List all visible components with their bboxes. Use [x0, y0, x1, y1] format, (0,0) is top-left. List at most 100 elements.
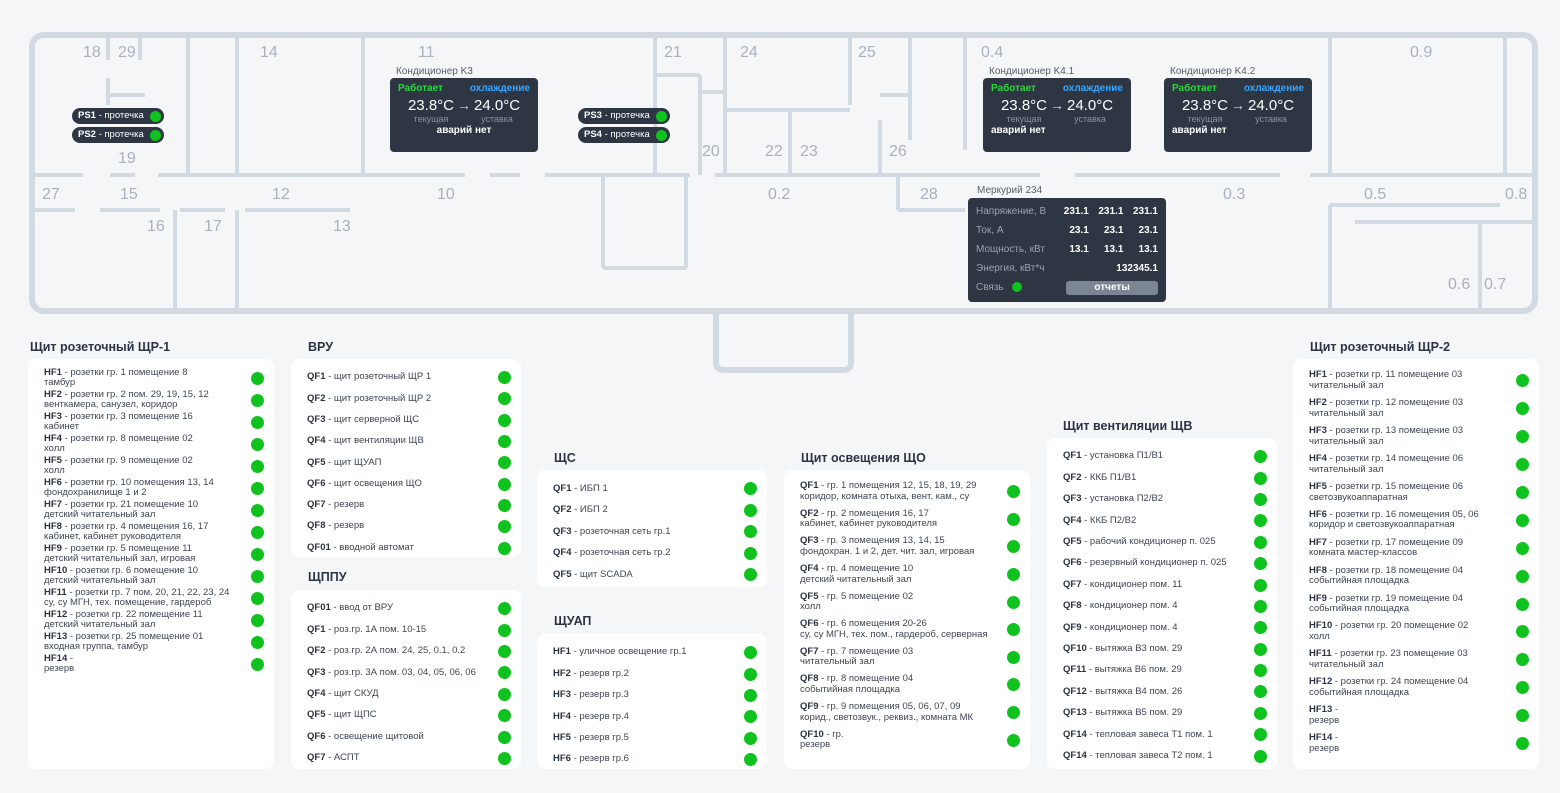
breaker-row-hf9[interactable]: HF9 - розетки гр. 5 помещение 11 детский …	[44, 543, 264, 565]
breaker-row-qf13[interactable]: QF13 - вытяжка В5 пом. 29	[1063, 703, 1267, 724]
breaker-row-qf1[interactable]: QF1 - ИБП 1	[553, 478, 757, 500]
breaker-row-qf3[interactable]: QF3 - розеточная сеть гр.1	[553, 521, 757, 543]
breaker-row-qf4[interactable]: QF4 - ККБ П2/В2	[1063, 510, 1267, 531]
breaker-row-qf11[interactable]: QF11 - вытяжка В6 пом. 29	[1063, 660, 1267, 681]
breaker-row-hf5[interactable]: HF5 - розетки гр. 9 помещение 02 холл	[44, 455, 264, 477]
leak-sensor-ps4[interactable]: PS4 - протечка	[578, 127, 670, 143]
breaker-row-qf2[interactable]: QF2 - роз.гр. 2А пом. 24, 25, 0.1, 0.2	[307, 641, 511, 662]
breaker-description: - резерв гр.5	[570, 732, 629, 743]
breaker-row-hf5[interactable]: HF5 - розетки гр. 15 помещение 06 светозв…	[1309, 479, 1529, 507]
breaker-row-hf3[interactable]: HF3 - резерв гр.3	[553, 685, 757, 706]
breaker-row-qf7[interactable]: QF7 - гр. 7 помещение 03 читательный зал	[800, 644, 1020, 672]
breaker-row-qf3[interactable]: QF3 - установка П2/В2	[1063, 489, 1267, 510]
breaker-row-qf9[interactable]: QF9 - гр. 9 помещения 05, 06, 07, 09 кори…	[800, 699, 1020, 727]
breaker-row-hf10[interactable]: HF10 - розетки гр. 20 помещение 02 холл	[1309, 618, 1529, 646]
breaker-row-hf11[interactable]: HF11 - розетки гр. 7 пом. 20, 21, 22, 23…	[44, 587, 264, 609]
breaker-description: - розетки гр. 8 помещение 02	[61, 432, 193, 444]
breaker-row-hf7[interactable]: HF7 - розетки гр. 17 помещение 09 комната…	[1309, 534, 1529, 562]
breaker-row-qf4[interactable]: QF4 - щит вентиляции ЩВ	[307, 431, 511, 452]
breaker-row-hf9[interactable]: HF9 - розетки гр. 19 помещение 04 событий…	[1309, 590, 1529, 618]
breaker-row-qf4[interactable]: QF4 - щит СКУД	[307, 684, 511, 705]
status-dot	[251, 591, 264, 605]
breaker-row-qf3[interactable]: QF3 - гр. 3 помещения 13, 14, 15 фондохра…	[800, 533, 1020, 561]
breaker-row-qf2[interactable]: QF2 - ИБП 2	[553, 500, 757, 522]
breaker-row-qf01[interactable]: QF01 - ввод от ВРУ	[307, 598, 511, 619]
leak-sensor-ps2[interactable]: PS2 - протечка	[72, 127, 164, 143]
breaker-label: HF4 - розетки гр. 8 помещение 02 холл	[44, 432, 193, 455]
breaker-row-hf11[interactable]: HF11 - розетки гр. 23 помещение 03 читате…	[1309, 646, 1529, 674]
breaker-row-qf14[interactable]: QF14 - тепловая завеса Т2 пом. 1	[1063, 745, 1267, 766]
power-meter-widget[interactable]: Напряжение, В 231.1 231.1 231.1 Ток, А 2…	[968, 198, 1166, 302]
breaker-row-hf13[interactable]: HF13 - резерв	[1309, 702, 1529, 730]
breaker-row-qf8[interactable]: QF8 - резерв	[307, 516, 511, 537]
breaker-row-hf10[interactable]: HF10 - розетки гр. 6 помещение 10 детский…	[44, 565, 264, 587]
breaker-row-hf6[interactable]: HF6 - розетки гр. 10 помещения 13, 14 фон…	[44, 477, 264, 499]
breaker-row-hf8[interactable]: HF8 - розетки гр. 4 помещения 16, 17 каби…	[44, 521, 264, 543]
breaker-row-hf1[interactable]: HF1 - розетки гр. 1 помещение 8 тамбур	[44, 367, 264, 389]
breaker-row-qf6[interactable]: QF6 - щит освещения ЩО	[307, 473, 511, 494]
breaker-row-hf4[interactable]: HF4 - розетки гр. 14 помещение 06 читател…	[1309, 451, 1529, 479]
breaker-row-hf4[interactable]: HF4 - резерв гр.4	[553, 706, 757, 727]
breaker-row-qf7[interactable]: QF7 - резерв	[307, 495, 511, 516]
breaker-row-qf6[interactable]: QF6 - резервный кондиционер п. 025	[1063, 553, 1267, 574]
breaker-code: QF4	[800, 563, 819, 575]
leak-sensor-ps1[interactable]: PS1 - протечка	[72, 108, 164, 124]
breaker-row-qf2[interactable]: QF2 - щит розеточный ЩР 2	[307, 388, 511, 409]
breaker-row-qf6[interactable]: QF6 - освещение щитовой	[307, 726, 511, 747]
breaker-row-qf6[interactable]: QF6 - гр. 6 помещения 20-26 су, су МГН, т…	[800, 616, 1020, 644]
breaker-row-qf5[interactable]: QF5 - щит ЩУАП	[307, 452, 511, 473]
breaker-row-hf13[interactable]: HF13 - розетки гр. 25 помещение 01 входна…	[44, 631, 264, 653]
breaker-row-hf6[interactable]: HF6 - розетки гр. 16 помещения 05, 06 кор…	[1309, 506, 1529, 534]
breaker-row-qf4[interactable]: QF4 - гр. 4 помещение 10 детский читатель…	[800, 561, 1020, 589]
breaker-row-hf4[interactable]: HF4 - розетки гр. 8 помещение 02 холл	[44, 433, 264, 455]
breaker-row-qf12[interactable]: QF12 - вытяжка В4 пом. 26	[1063, 681, 1267, 702]
breaker-row-hf2[interactable]: HF2 - розетки гр. 12 помещение 03 читател…	[1309, 395, 1529, 423]
ac-k3-title: Кондиционер K3	[396, 66, 473, 77]
breaker-row-qf1[interactable]: QF1 - роз.гр. 1А пом. 10-15	[307, 619, 511, 640]
breaker-row-hf7[interactable]: HF7 - розетки гр. 21 помещение 10 детский…	[44, 499, 264, 521]
breaker-row-qf3[interactable]: QF3 - щит серверной ЩС	[307, 410, 511, 431]
breaker-row-qf5[interactable]: QF5 - щит ЩПС	[307, 705, 511, 726]
breaker-row-hf12[interactable]: HF12 - розетки гр. 22 помещение 11 детски…	[44, 609, 264, 631]
breaker-row-qf4[interactable]: QF4 - розеточная сеть гр.2	[553, 543, 757, 565]
breaker-row-qf3[interactable]: QF3 - роз.гр. 3А пом. 03, 04, 05, 06, 06	[307, 662, 511, 683]
reports-button[interactable]: отчеты	[1066, 280, 1158, 295]
breaker-row-hf12[interactable]: HF12 - розетки гр. 24 помещение 04 событи…	[1309, 674, 1529, 702]
breaker-row-qf7[interactable]: QF7 - кондиционер пом. 11	[1063, 574, 1267, 595]
breaker-row-qf1[interactable]: QF1 - щит розеточный ЩР 1	[307, 367, 511, 388]
breaker-row-hf2[interactable]: HF2 - резерв гр.2	[553, 663, 757, 684]
breaker-row-qf9[interactable]: QF9 - кондиционер пом. 4	[1063, 617, 1267, 638]
breaker-row-qf01[interactable]: QF01 - вводной автомат	[307, 537, 511, 558]
breaker-row-hf5[interactable]: HF5 - резерв гр.5	[553, 728, 757, 749]
breaker-row-hf6[interactable]: HF6 - резерв гр.6	[553, 749, 757, 770]
breaker-row-hf2[interactable]: HF2 - розетки гр. 2 пом. 29, 19, 15, 12 в…	[44, 389, 264, 411]
breaker-row-qf10[interactable]: QF10 - гр. резерв	[800, 726, 1020, 754]
breaker-row-qf1[interactable]: QF1 - гр. 1 помещения 12, 15, 18, 19, 29…	[800, 478, 1020, 506]
breaker-row-hf1[interactable]: HF1 - уличное освещение гр.1	[553, 642, 757, 663]
breaker-location: комната мастер-классов	[1309, 547, 1418, 559]
breaker-description: - резерв	[325, 499, 365, 511]
ac-k3-widget[interactable]: Работает охлаждение 23.8°C текущая → 24.0°…	[390, 78, 538, 152]
breaker-row-qf8[interactable]: QF8 - кондиционер пом. 4	[1063, 596, 1267, 617]
breaker-row-hf14[interactable]: HF14 - резерв	[1309, 730, 1529, 758]
breaker-code: HF14	[44, 652, 68, 664]
leak-sensor-ps3[interactable]: PS3 - протечка	[578, 108, 670, 124]
breaker-row-qf8[interactable]: QF8 - гр. 8 помещение 04 событийная площа…	[800, 671, 1020, 699]
breaker-row-qf1[interactable]: QF1 - установка П1/В1	[1063, 446, 1267, 467]
breaker-row-hf3[interactable]: HF3 - розетки гр. 3 помещение 16 кабинет	[44, 411, 264, 433]
breaker-row-hf8[interactable]: HF8 - розетки гр. 18 помещение 04 событий…	[1309, 562, 1529, 590]
breaker-row-qf5[interactable]: QF5 - рабочий кондиционер п. 025	[1063, 532, 1267, 553]
breaker-row-qf7[interactable]: QF7 - АСПТ	[307, 748, 511, 769]
ac-k42-widget[interactable]: Работает охлаждение 23.8°C текущая → 24.0°…	[1164, 78, 1312, 152]
breaker-row-hf14[interactable]: HF14 - резерв	[44, 653, 264, 675]
ac-k41-widget[interactable]: Работает охлаждение 23.8°C текущая → 24.0°…	[983, 78, 1131, 152]
breaker-row-qf5[interactable]: QF5 - щит SCADA	[553, 564, 757, 586]
breaker-row-qf5[interactable]: QF5 - гр. 5 помещение 02 холл	[800, 588, 1020, 616]
breaker-row-hf1[interactable]: HF1 - розетки гр. 11 помещение 03 читател…	[1309, 367, 1529, 395]
breaker-row-qf14[interactable]: QF14 - тепловая завеса Т1 пом. 1	[1063, 724, 1267, 745]
breaker-row-qf2[interactable]: QF2 - ККБ П1/В1	[1063, 467, 1267, 488]
breaker-row-qf10[interactable]: QF10 - вытяжка В3 пом. 29	[1063, 639, 1267, 660]
room-number: 28	[920, 186, 938, 203]
breaker-row-qf2[interactable]: QF2 - гр. 2 помещения 16, 17 кабинет, каб…	[800, 506, 1020, 534]
breaker-row-hf3[interactable]: HF3 - розетки гр. 13 помещение 03 читател…	[1309, 423, 1529, 451]
